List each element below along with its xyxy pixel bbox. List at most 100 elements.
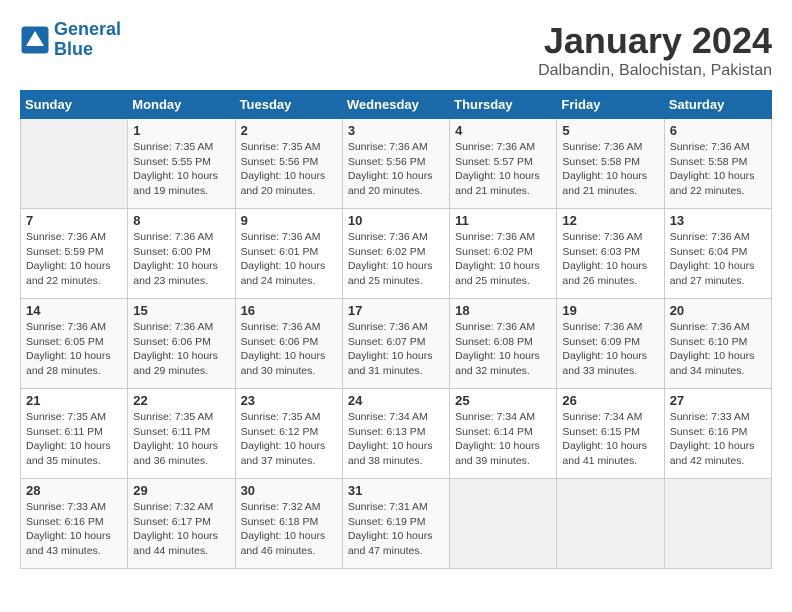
day-number: 25 bbox=[455, 393, 551, 408]
day-info: Sunrise: 7:34 AM Sunset: 6:14 PM Dayligh… bbox=[455, 410, 551, 469]
day-header-saturday: Saturday bbox=[664, 91, 771, 119]
day-number: 3 bbox=[348, 123, 444, 138]
week-row-5: 28 Sunrise: 7:33 AM Sunset: 6:16 PM Dayli… bbox=[21, 479, 772, 569]
day-header-wednesday: Wednesday bbox=[342, 91, 449, 119]
day-info: Sunrise: 7:31 AM Sunset: 6:19 PM Dayligh… bbox=[348, 500, 444, 559]
day-number: 2 bbox=[241, 123, 337, 138]
day-number: 13 bbox=[670, 213, 766, 228]
day-number: 29 bbox=[133, 483, 229, 498]
calendar-cell: 8 Sunrise: 7:36 AM Sunset: 6:00 PM Daylig… bbox=[128, 209, 235, 299]
day-number: 8 bbox=[133, 213, 229, 228]
day-info: Sunrise: 7:35 AM Sunset: 5:56 PM Dayligh… bbox=[241, 140, 337, 199]
day-info: Sunrise: 7:34 AM Sunset: 6:15 PM Dayligh… bbox=[562, 410, 658, 469]
day-info: Sunrise: 7:35 AM Sunset: 6:12 PM Dayligh… bbox=[241, 410, 337, 469]
calendar-cell: 10 Sunrise: 7:36 AM Sunset: 6:02 PM Dayli… bbox=[342, 209, 449, 299]
day-header-friday: Friday bbox=[557, 91, 664, 119]
day-number: 10 bbox=[348, 213, 444, 228]
day-info: Sunrise: 7:36 AM Sunset: 6:06 PM Dayligh… bbox=[241, 320, 337, 379]
day-number: 16 bbox=[241, 303, 337, 318]
calendar-cell: 18 Sunrise: 7:36 AM Sunset: 6:08 PM Dayli… bbox=[450, 299, 557, 389]
day-number: 11 bbox=[455, 213, 551, 228]
day-info: Sunrise: 7:36 AM Sunset: 6:09 PM Dayligh… bbox=[562, 320, 658, 379]
day-header-thursday: Thursday bbox=[450, 91, 557, 119]
calendar-cell: 3 Sunrise: 7:36 AM Sunset: 5:56 PM Daylig… bbox=[342, 119, 449, 209]
day-info: Sunrise: 7:35 AM Sunset: 6:11 PM Dayligh… bbox=[26, 410, 122, 469]
calendar-cell: 19 Sunrise: 7:36 AM Sunset: 6:09 PM Dayli… bbox=[557, 299, 664, 389]
day-info: Sunrise: 7:36 AM Sunset: 6:02 PM Dayligh… bbox=[348, 230, 444, 289]
calendar-cell: 28 Sunrise: 7:33 AM Sunset: 6:16 PM Dayli… bbox=[21, 479, 128, 569]
calendar-cell: 22Sunrise: 7:35 AM Sunset: 6:11 PM Dayli… bbox=[128, 389, 235, 479]
day-info: Sunrise: 7:36 AM Sunset: 6:08 PM Dayligh… bbox=[455, 320, 551, 379]
day-number: 23 bbox=[241, 393, 337, 408]
day-number: 12 bbox=[562, 213, 658, 228]
day-number: 20 bbox=[670, 303, 766, 318]
page-header: General Blue January 2024 Dalbandin, Bal… bbox=[20, 20, 772, 80]
day-info: Sunrise: 7:36 AM Sunset: 5:58 PM Dayligh… bbox=[562, 140, 658, 199]
week-row-2: 7 Sunrise: 7:36 AM Sunset: 5:59 PM Daylig… bbox=[21, 209, 772, 299]
logo-icon bbox=[20, 25, 50, 55]
calendar-cell bbox=[450, 479, 557, 569]
calendar-cell: 1Sunrise: 7:35 AM Sunset: 5:55 PM Daylig… bbox=[128, 119, 235, 209]
calendar-cell: 7 Sunrise: 7:36 AM Sunset: 5:59 PM Daylig… bbox=[21, 209, 128, 299]
day-number: 7 bbox=[26, 213, 122, 228]
day-number: 19 bbox=[562, 303, 658, 318]
day-info: Sunrise: 7:36 AM Sunset: 6:01 PM Dayligh… bbox=[241, 230, 337, 289]
day-header-sunday: Sunday bbox=[21, 91, 128, 119]
day-info: Sunrise: 7:33 AM Sunset: 6:16 PM Dayligh… bbox=[26, 500, 122, 559]
day-number: 28 bbox=[26, 483, 122, 498]
day-number: 22 bbox=[133, 393, 229, 408]
calendar-cell: 26 Sunrise: 7:34 AM Sunset: 6:15 PM Dayli… bbox=[557, 389, 664, 479]
calendar-cell: 31 Sunrise: 7:31 AM Sunset: 6:19 PM Dayli… bbox=[342, 479, 449, 569]
day-header-monday: Monday bbox=[128, 91, 235, 119]
day-info: Sunrise: 7:36 AM Sunset: 6:10 PM Dayligh… bbox=[670, 320, 766, 379]
calendar-cell bbox=[557, 479, 664, 569]
week-row-3: 14Sunrise: 7:36 AM Sunset: 6:05 PM Dayli… bbox=[21, 299, 772, 389]
day-number: 30 bbox=[241, 483, 337, 498]
day-info: Sunrise: 7:36 AM Sunset: 5:59 PM Dayligh… bbox=[26, 230, 122, 289]
day-info: Sunrise: 7:32 AM Sunset: 6:17 PM Dayligh… bbox=[133, 500, 229, 559]
day-info: Sunrise: 7:36 AM Sunset: 6:04 PM Dayligh… bbox=[670, 230, 766, 289]
calendar-cell: 27Sunrise: 7:33 AM Sunset: 6:16 PM Dayli… bbox=[664, 389, 771, 479]
calendar-cell: 21 Sunrise: 7:35 AM Sunset: 6:11 PM Dayli… bbox=[21, 389, 128, 479]
day-info: Sunrise: 7:36 AM Sunset: 5:58 PM Dayligh… bbox=[670, 140, 766, 199]
calendar-cell: 2 Sunrise: 7:35 AM Sunset: 5:56 PM Daylig… bbox=[235, 119, 342, 209]
calendar-cell: 14Sunrise: 7:36 AM Sunset: 6:05 PM Dayli… bbox=[21, 299, 128, 389]
calendar-cell: 4Sunrise: 7:36 AM Sunset: 5:57 PM Daylig… bbox=[450, 119, 557, 209]
calendar-cell: 5 Sunrise: 7:36 AM Sunset: 5:58 PM Daylig… bbox=[557, 119, 664, 209]
day-info: Sunrise: 7:36 AM Sunset: 5:56 PM Dayligh… bbox=[348, 140, 444, 199]
week-row-4: 21 Sunrise: 7:35 AM Sunset: 6:11 PM Dayli… bbox=[21, 389, 772, 479]
calendar-cell: 15 Sunrise: 7:36 AM Sunset: 6:06 PM Dayli… bbox=[128, 299, 235, 389]
logo: General Blue bbox=[20, 20, 121, 60]
day-header-tuesday: Tuesday bbox=[235, 91, 342, 119]
title-block: January 2024 Dalbandin, Balochistan, Pak… bbox=[538, 20, 772, 80]
calendar-cell: 12 Sunrise: 7:36 AM Sunset: 6:03 PM Dayli… bbox=[557, 209, 664, 299]
week-row-1: 1Sunrise: 7:35 AM Sunset: 5:55 PM Daylig… bbox=[21, 119, 772, 209]
calendar-cell bbox=[21, 119, 128, 209]
day-info: Sunrise: 7:36 AM Sunset: 6:00 PM Dayligh… bbox=[133, 230, 229, 289]
days-header-row: SundayMondayTuesdayWednesdayThursdayFrid… bbox=[21, 91, 772, 119]
logo-text: General Blue bbox=[54, 20, 121, 60]
month-title: January 2024 bbox=[538, 20, 772, 62]
calendar-cell: 25 Sunrise: 7:34 AM Sunset: 6:14 PM Dayli… bbox=[450, 389, 557, 479]
calendar-cell: 23 Sunrise: 7:35 AM Sunset: 6:12 PM Dayli… bbox=[235, 389, 342, 479]
day-number: 17 bbox=[348, 303, 444, 318]
calendar-cell: 30 Sunrise: 7:32 AM Sunset: 6:18 PM Dayli… bbox=[235, 479, 342, 569]
calendar-cell: 13 Sunrise: 7:36 AM Sunset: 6:04 PM Dayli… bbox=[664, 209, 771, 299]
day-number: 9 bbox=[241, 213, 337, 228]
day-info: Sunrise: 7:33 AM Sunset: 6:16 PM Dayligh… bbox=[670, 410, 766, 469]
day-number: 18 bbox=[455, 303, 551, 318]
calendar-cell: 16 Sunrise: 7:36 AM Sunset: 6:06 PM Dayli… bbox=[235, 299, 342, 389]
day-info: Sunrise: 7:32 AM Sunset: 6:18 PM Dayligh… bbox=[241, 500, 337, 559]
day-number: 21 bbox=[26, 393, 122, 408]
calendar-cell: 24Sunrise: 7:34 AM Sunset: 6:13 PM Dayli… bbox=[342, 389, 449, 479]
day-number: 31 bbox=[348, 483, 444, 498]
day-info: Sunrise: 7:36 AM Sunset: 6:06 PM Dayligh… bbox=[133, 320, 229, 379]
day-number: 15 bbox=[133, 303, 229, 318]
day-number: 26 bbox=[562, 393, 658, 408]
day-info: Sunrise: 7:36 AM Sunset: 6:03 PM Dayligh… bbox=[562, 230, 658, 289]
calendar-cell: 20 Sunrise: 7:36 AM Sunset: 6:10 PM Dayli… bbox=[664, 299, 771, 389]
day-number: 14 bbox=[26, 303, 122, 318]
calendar-cell: 9 Sunrise: 7:36 AM Sunset: 6:01 PM Daylig… bbox=[235, 209, 342, 299]
day-number: 4 bbox=[455, 123, 551, 138]
day-number: 5 bbox=[562, 123, 658, 138]
